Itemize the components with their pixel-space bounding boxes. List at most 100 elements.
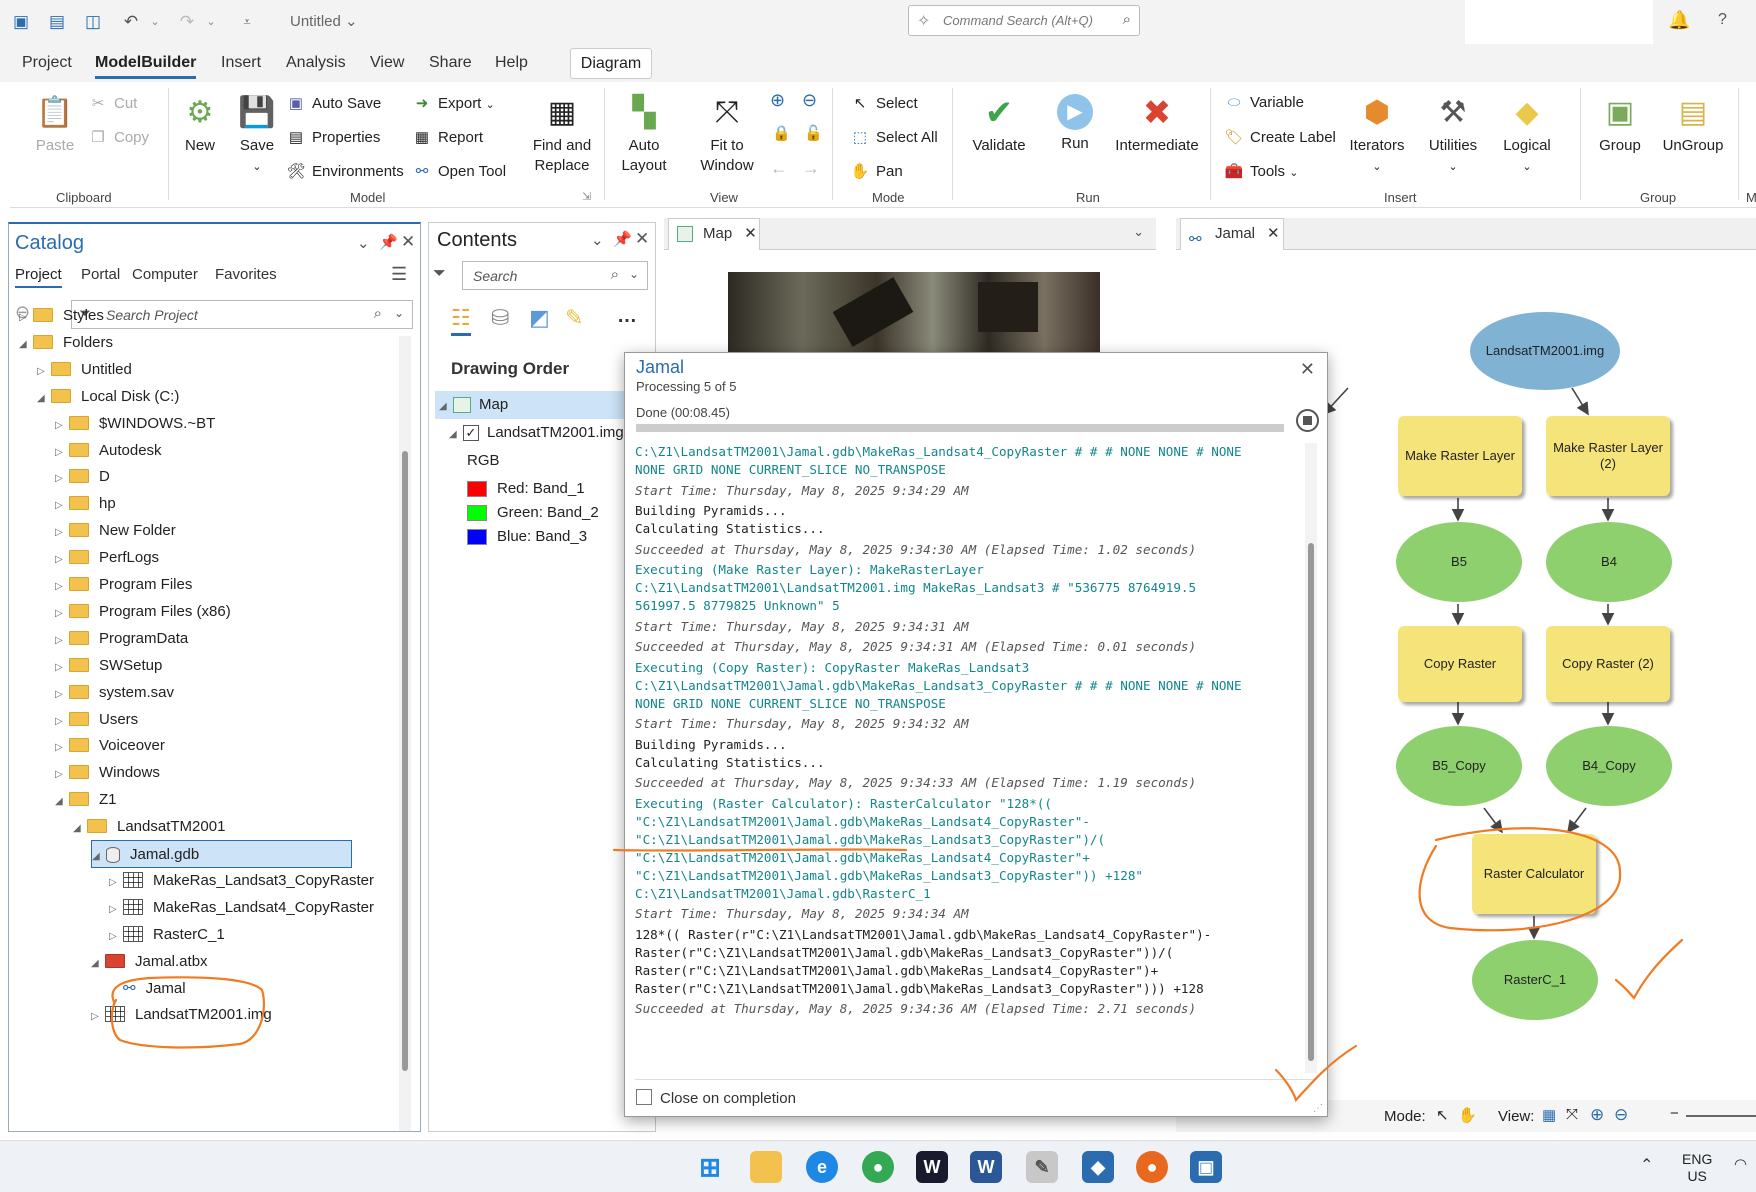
cut-button[interactable]: ✂ Cut [88, 94, 138, 112]
new-project-icon[interactable]: ▣ [8, 10, 34, 34]
tree-item[interactable]: ◢ Jamal.atbx [91, 948, 208, 976]
snipping-tool-icon[interactable]: ▣ [1190, 1151, 1222, 1183]
expand-arrow-icon[interactable]: ▷ [55, 439, 69, 467]
open-project-icon[interactable]: ▤ [44, 10, 70, 34]
chevron-down-icon[interactable]: ⌄ [629, 267, 639, 281]
redo-icon[interactable]: ↷ [174, 10, 200, 34]
scrollbar-thumb[interactable] [1308, 543, 1314, 1061]
tab-diagram[interactable]: Diagram [570, 48, 652, 79]
tree-item[interactable]: ◢ Local Disk (C:) [37, 383, 179, 411]
environments-button[interactable]: 🛠 Environments [286, 162, 403, 180]
model-dialog-launcher-icon[interactable]: ⇲ [582, 190, 591, 203]
expand-arrow-icon[interactable]: ▷ [55, 546, 69, 574]
sign-in-area[interactable] [1465, 0, 1653, 48]
expand-arrow-icon[interactable]: ▷ [55, 627, 69, 655]
undo-icon[interactable]: ↶ [118, 10, 144, 34]
select-button[interactable]: ↖ Select [850, 94, 918, 112]
tab-jamal[interactable]: ⚯ Jamal ✕ [1180, 218, 1284, 250]
tree-item[interactable]: ▷ $WINDOWS.~BT [55, 410, 215, 438]
report-button[interactable]: ▦ Report [412, 128, 483, 146]
new-model-button[interactable]: ⚙ New [176, 94, 224, 156]
tree-item[interactable]: ▷ Untitled [37, 356, 132, 384]
chevron-down-icon[interactable]: ⌄ [394, 306, 404, 320]
create-label-button[interactable]: 🏷 Create Label [1224, 128, 1335, 146]
tree-item[interactable]: ▷ hp [55, 490, 116, 518]
word-icon[interactable]: W [970, 1151, 1002, 1183]
arcgis-pro-icon[interactable]: ◆ [1082, 1151, 1114, 1183]
resize-grip-icon[interactable]: ⋰ [1313, 1103, 1323, 1114]
pane-options-icon[interactable]: ⌄ [357, 234, 370, 252]
catalog-scrollbar[interactable] [399, 336, 411, 1131]
menu-share[interactable]: Share [429, 54, 472, 72]
expand-arrow-icon[interactable]: ▷ [55, 600, 69, 628]
expand-arrow-icon[interactable]: ▷ [19, 304, 33, 332]
b5-copy-node[interactable]: B5_Copy [1396, 726, 1522, 806]
paste-button[interactable]: 📋 Paste [28, 94, 82, 156]
zoom-in-icon[interactable]: ⊕ [770, 90, 785, 111]
run-button[interactable]: ▶ Run [1040, 94, 1110, 154]
iterators-button[interactable]: ⬢ Iterators ⌄ [1342, 94, 1412, 177]
webex-icon[interactable]: W [916, 1151, 948, 1183]
tab-map[interactable]: Map ✕ [668, 218, 760, 250]
log-scrollbar[interactable] [1305, 443, 1317, 1073]
utilities-button[interactable]: ⚒ Utilities ⌄ [1420, 94, 1486, 177]
expand-arrow-icon[interactable]: ▷ [55, 654, 69, 682]
expand-arrow-icon[interactable]: ▷ [109, 869, 123, 897]
raster-calculator-node[interactable]: Raster Calculator [1472, 834, 1596, 914]
menu-help[interactable]: Help [495, 54, 528, 72]
scrollbar-thumb[interactable] [402, 451, 408, 1071]
tree-item[interactable]: ▷ PerfLogs [55, 544, 159, 572]
document-title[interactable]: Untitled ⌄ [290, 12, 358, 30]
tree-item[interactable]: ▷ Program Files (x86) [55, 598, 231, 626]
zoom-slider[interactable] [1686, 1115, 1756, 1117]
pan-mode-icon[interactable]: ✋ [1458, 1106, 1477, 1124]
tree-item[interactable]: ▷ D [55, 463, 110, 491]
windows-start-icon[interactable]: ⊞ [694, 1151, 726, 1183]
chevron-down-icon[interactable]: ⌄ [1133, 224, 1144, 240]
expand-arrow-icon[interactable]: ▷ [37, 358, 51, 386]
collapse-arrow-icon[interactable]: ◢ [91, 950, 105, 978]
tree-item[interactable]: ▷ ProgramData [55, 625, 188, 653]
firefox-icon[interactable]: ● [1136, 1151, 1168, 1183]
checkbox[interactable] [636, 1089, 652, 1106]
tab-portal[interactable]: Portal [81, 266, 120, 283]
list-by-drawing-order-icon[interactable]: ☷ [451, 305, 471, 336]
map-layer-row[interactable]: ◢ Map [435, 391, 651, 419]
raster-layer-row[interactable]: ◢ ✓ LandsatTM2001.img [449, 419, 624, 447]
make-raster-layer-2-node[interactable]: Make Raster Layer (2) [1546, 416, 1670, 496]
tree-item[interactable]: ▷ Autodesk [55, 437, 162, 465]
tree-item[interactable]: ▷ MakeRas_Landsat4_CopyRaster [109, 894, 374, 922]
stop-icon[interactable] [1296, 409, 1319, 432]
unlock-icon[interactable]: 🔓 [804, 124, 823, 142]
tree-item[interactable]: ▷ New Folder [55, 517, 176, 545]
tab-computer[interactable]: Computer [132, 266, 198, 283]
notification-bell-icon[interactable]: 🔔 [1668, 10, 1690, 31]
group-button[interactable]: ▣ Group [1590, 94, 1650, 156]
help-icon[interactable]: ? [1718, 11, 1727, 29]
command-search-input[interactable]: ✧ Command Search (Alt+Q) ⌕ [908, 5, 1140, 36]
auto-layout-button[interactable]: ▚ Auto Layout [616, 94, 672, 176]
tree-item[interactable]: ⚯ Jamal [109, 975, 186, 1003]
redo-dropdown-icon[interactable]: ⌄ [198, 10, 224, 34]
satellite-image[interactable] [728, 272, 1100, 354]
tree-item[interactable]: ▷ RasterC_1 [109, 921, 225, 949]
expand-arrow-icon[interactable]: ▷ [55, 465, 69, 493]
tree-item[interactable]: ▷ Program Files [55, 571, 192, 599]
next-extent-icon[interactable]: → [802, 158, 820, 179]
close-tab-icon[interactable]: ✕ [744, 225, 757, 242]
copy-button[interactable]: ❐ Copy [88, 128, 149, 146]
export-button[interactable]: ➜ Export ⌄ [412, 94, 495, 112]
save-project-icon[interactable]: ◫ [80, 10, 106, 34]
select-mode-icon[interactable]: ↖ [1436, 1106, 1449, 1124]
pane-options-icon[interactable]: ⌄ [591, 231, 604, 249]
menu-icon[interactable]: ☰ [391, 264, 407, 285]
pan-button[interactable]: ✋ Pan [850, 162, 903, 180]
tree-item[interactable]: ◢ Folders [19, 329, 113, 357]
input-data-node[interactable]: LandsatTM2001.img [1470, 312, 1620, 390]
menu-project[interactable]: Project [22, 54, 72, 72]
b4-copy-node[interactable]: B4_Copy [1546, 726, 1672, 806]
close-tab-icon[interactable]: ✕ [1267, 225, 1280, 242]
tree-item[interactable]: ◢ Jamal.gdb [91, 840, 352, 868]
collapse-arrow-icon[interactable]: ◢ [19, 331, 33, 359]
b4-node[interactable]: B4 [1546, 522, 1672, 602]
